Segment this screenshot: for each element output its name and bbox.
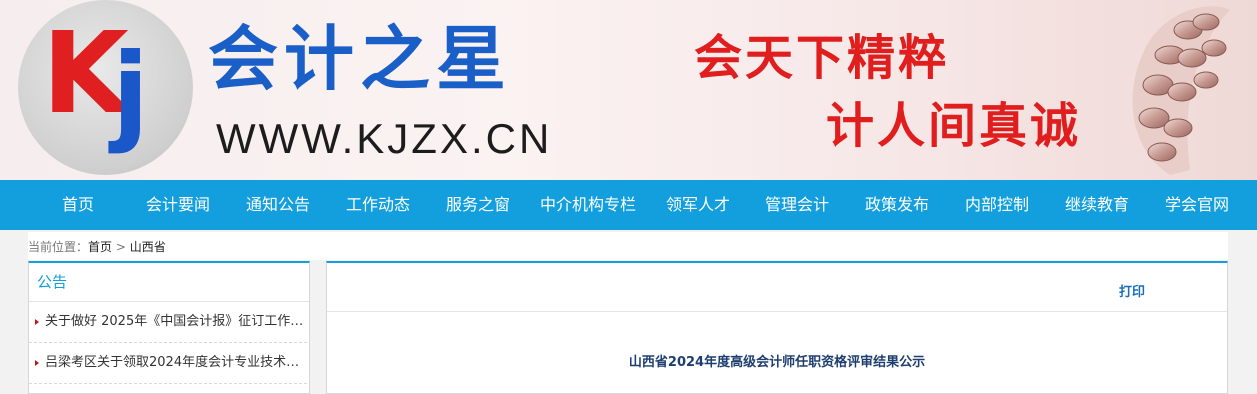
- brand-name: 会计之星: [208, 18, 512, 100]
- print-button[interactable]: 打印: [1119, 281, 1145, 300]
- slogan-line-2: 计人间真诚: [826, 98, 1082, 154]
- article-panel: 打印 山西省2024年度高级会计师任职资格评审结果公示: [326, 261, 1228, 394]
- slogan-line-1: 会天下精粹: [694, 30, 950, 86]
- nav-item-policy-release[interactable]: 政策发布: [857, 180, 937, 230]
- abacus-decoration-icon: [1132, 6, 1230, 175]
- logo-letter-j: j: [112, 31, 150, 156]
- divider: [327, 311, 1227, 312]
- sidebar-item-label: 吕梁考区关于领取2024年度会计专业技术资格证书的通知: [45, 355, 307, 370]
- article-title: 山西省2024年度高级会计师任职资格评审结果公示: [628, 355, 926, 370]
- nav-item-continuing-education[interactable]: 继续教育: [1057, 180, 1137, 230]
- bullet-arrow-icon: [35, 360, 39, 366]
- logo-letter-k: K: [42, 9, 129, 139]
- nav-item-accounting-news[interactable]: 会计要闻: [138, 180, 218, 230]
- nav-item-service-window[interactable]: 服务之窗: [438, 180, 518, 230]
- sidebar-list-item[interactable]: 关于做好 2025年《中国会计报》征订工作的通知: [29, 302, 307, 343]
- sidebar-list-item[interactable]: 吕梁考区关于领取2024年度会计专业技术资格证书的通知: [29, 343, 307, 384]
- brand-url: WWW.KJZX.CN: [216, 115, 553, 162]
- header-banner: K j 会计之星 WWW.KJZX.CN 会天下精粹 计人间真诚: [0, 0, 1257, 180]
- nav-item-work-updates[interactable]: 工作动态: [338, 180, 418, 230]
- nav-item-management-accounting[interactable]: 管理会计: [757, 180, 837, 230]
- nav-item-home[interactable]: 首页: [38, 180, 118, 230]
- sidebar-title: 公告: [29, 263, 309, 302]
- breadcrumb-home-link[interactable]: 首页: [88, 240, 112, 254]
- nav-item-internal-control[interactable]: 内部控制: [957, 180, 1037, 230]
- main-navigation: 首页 会计要闻 通知公告 工作动态 服务之窗 中介机构专栏 领军人才 管理会计 …: [0, 180, 1257, 230]
- breadcrumb: 当前位置：首页 > 山西省: [28, 232, 1228, 260]
- nav-item-society-website[interactable]: 学会官网: [1157, 180, 1237, 230]
- nav-item-intermediary-column[interactable]: 中介机构专栏: [533, 180, 643, 230]
- breadcrumb-separator: >: [112, 240, 130, 254]
- nav-item-leading-talents[interactable]: 领军人才: [658, 180, 738, 230]
- nav-item-notices[interactable]: 通知公告: [238, 180, 318, 230]
- bullet-arrow-icon: [35, 319, 39, 325]
- sidebar-announcements: 公告 关于做好 2025年《中国会计报》征订工作的通知 吕梁考区关于领取2024…: [28, 261, 310, 394]
- sidebar-item-label: 关于做好 2025年《中国会计报》征订工作的通知: [45, 314, 307, 329]
- breadcrumb-current-link[interactable]: 山西省: [130, 240, 166, 254]
- breadcrumb-prefix: 当前位置：: [28, 240, 89, 254]
